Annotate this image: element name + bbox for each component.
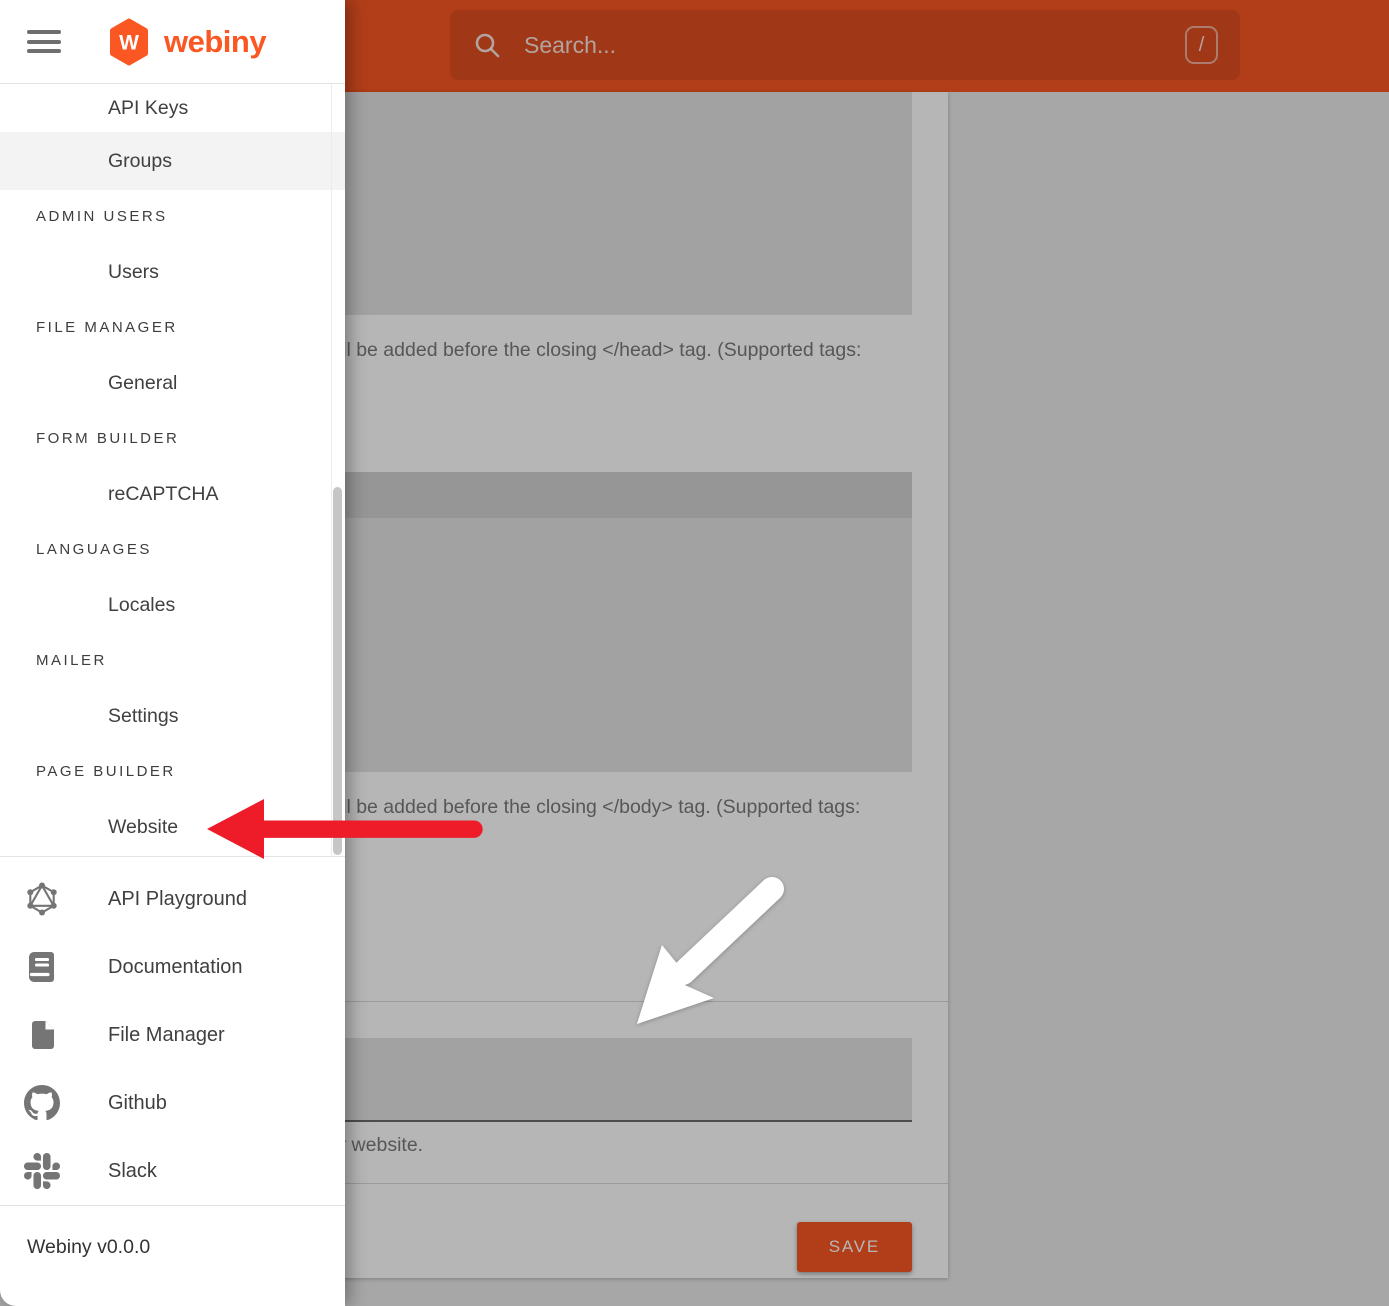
link-label: File Manager [108,1024,225,1047]
nav-label: FILE MANAGER [36,319,178,336]
link-label: API Playground [108,888,247,911]
sidebar-section-admin-users: ADMIN USERS [0,190,345,243]
book-icon [24,949,60,985]
sidebar-item-website[interactable]: Website [0,798,345,856]
sidebar-section-languages: LANGUAGES [0,523,345,576]
sidebar-link-file-manager[interactable]: File Manager [0,1001,345,1069]
menu-icon[interactable] [27,25,61,59]
sidebar-link-slack[interactable]: Slack [0,1137,345,1205]
link-label: Documentation [108,956,243,979]
nav-label: General [108,372,177,395]
sidebar-section-file-manager: FILE MANAGER [0,301,345,354]
app-version: Webiny v0.0.0 [27,1236,345,1259]
file-icon [24,1017,60,1053]
drawer-header: W webiny [0,0,345,84]
nav-label: Locales [108,594,175,617]
nav-label: PAGE BUILDER [36,763,176,780]
nav-label: LANGUAGES [36,541,152,558]
webiny-logo[interactable]: W webiny [107,18,266,66]
sidebar-item-settings[interactable]: Settings [0,687,345,745]
slack-icon [24,1153,60,1189]
sidebar-item-users[interactable]: Users [0,243,345,301]
drawer-footer: Webiny v0.0.0 [0,1205,345,1306]
link-label: Slack [108,1160,157,1183]
nav-label: FORM BUILDER [36,430,179,447]
brand-wordmark: webiny [164,24,266,60]
sidebar-link-documentation[interactable]: Documentation [0,933,345,1001]
svg-text:W: W [119,31,139,54]
nav-label: Users [108,261,159,284]
nav-label: Settings [108,705,178,728]
github-icon [24,1085,60,1121]
navigation-drawer: W webiny API Keys Groups ADMIN USERS Users F… [0,0,345,1306]
sidebar-links: API Playground Documentation File Manager G… [0,857,345,1205]
sidebar-item-locales[interactable]: Locales [0,576,345,634]
sidebar-item-recaptcha[interactable]: reCAPTCHA [0,465,345,523]
nav-label: ADMIN USERS [36,208,168,225]
sidebar-section-page-builder: PAGE BUILDER [0,745,345,798]
sidebar-item-groups[interactable]: Groups [0,132,345,190]
sidebar-link-github[interactable]: Github [0,1069,345,1137]
sidebar-item-general[interactable]: General [0,354,345,412]
sidebar-section-mailer: MAILER [0,634,345,687]
link-label: Github [108,1092,167,1115]
sidebar-item-api-keys[interactable]: API Keys [0,84,345,132]
sidebar-nav-scroll: API Keys Groups ADMIN USERS Users FILE MANAG… [0,84,345,857]
nav-label: API Keys [108,97,188,120]
nav-label: reCAPTCHA [108,483,219,506]
sidebar-section-form-builder: FORM BUILDER [0,412,345,465]
graphql-icon [24,881,60,917]
nav-label: Groups [108,150,172,173]
sidebar-scrollbar-thumb[interactable] [333,487,342,855]
nav-label: MAILER [36,652,107,669]
sidebar-link-api-playground[interactable]: API Playground [0,865,345,933]
sidebar-nav: API Keys Groups ADMIN USERS Users FILE MANAG… [0,84,345,856]
nav-label: Website [108,816,178,839]
logo-hexagon-icon: W [107,18,151,66]
sidebar-scrollbar [331,84,344,856]
